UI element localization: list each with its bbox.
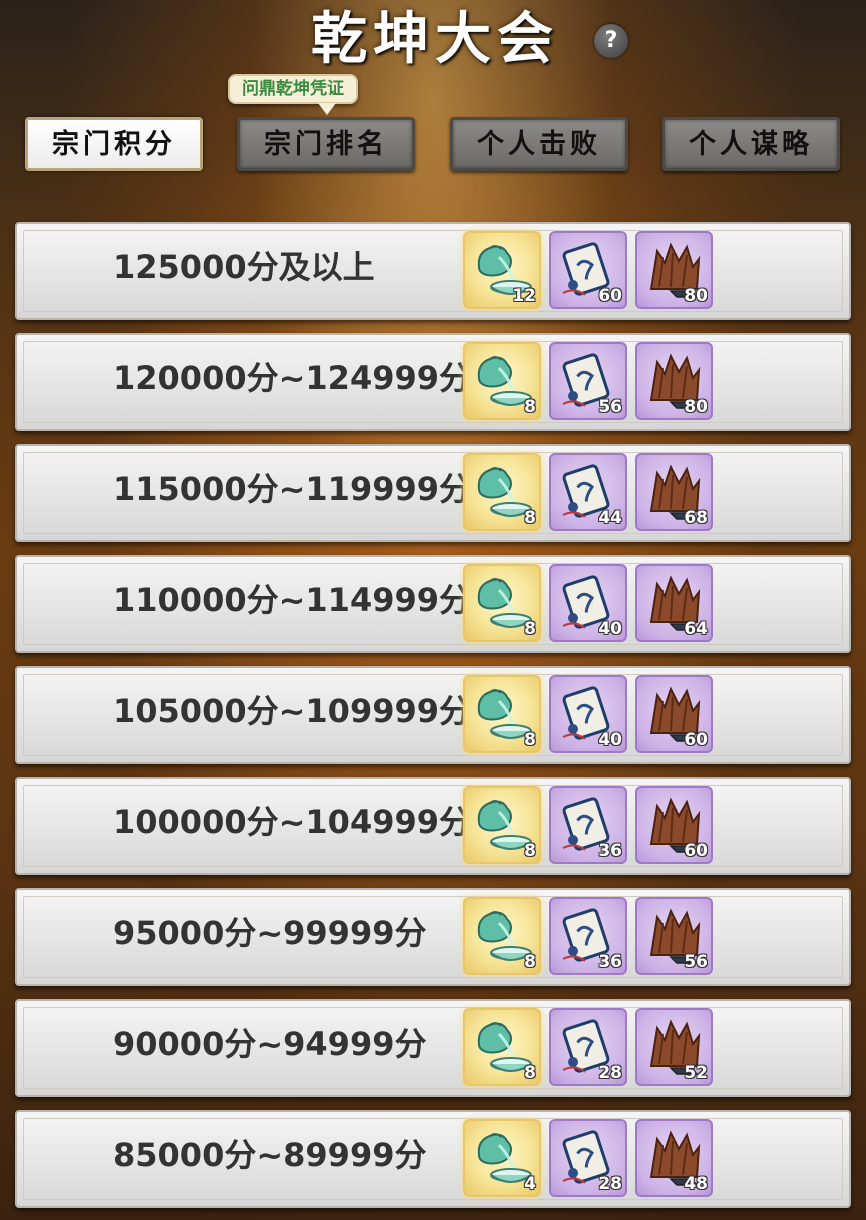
reward-quantity: 8 [524,619,536,639]
reward-slot-scroll[interactable]: 60 [549,231,627,309]
reward-quantity: 8 [524,397,536,417]
reward-slot-scroll[interactable]: 28 [549,1008,627,1086]
reward-quantity: 64 [684,619,708,639]
reward-quantity: 4 [524,1174,536,1194]
reward-slot-pouch[interactable]: 12 [463,231,541,309]
reward-quantity: 8 [524,1063,536,1083]
reward-slot-scroll[interactable]: 28 [549,1119,627,1197]
reward-quantity: 12 [512,286,536,306]
reward-slot-timber[interactable]: 68 [635,453,713,531]
reward-quantity: 56 [598,397,622,417]
reward-row: 125000分及以上 12 60 80 [15,222,851,320]
reward-row: 110000分~114999分 8 40 64 [15,555,851,653]
score-range-label: 105000分~109999分 [113,692,472,730]
reward-slot-timber[interactable]: 52 [635,1008,713,1086]
reward-slot-scroll[interactable]: 40 [549,675,627,753]
reward-quantity: 44 [598,508,622,528]
reward-row: 85000分~89999分 4 28 48 [15,1110,851,1208]
reward-slot-pouch[interactable]: 8 [463,453,541,531]
reward-quantity: 60 [598,286,622,306]
reward-slot-timber[interactable]: 60 [635,786,713,864]
reward-slot-pouch[interactable]: 8 [463,675,541,753]
score-range-label: 115000分~119999分 [113,470,472,508]
reward-quantity: 8 [524,730,536,750]
reward-quantity: 60 [684,841,708,861]
reward-quantity: 52 [684,1063,708,1083]
reward-slot-scroll[interactable]: 56 [549,342,627,420]
reward-quantity: 40 [598,619,622,639]
reward-quantity: 68 [684,508,708,528]
reward-slot-scroll[interactable]: 36 [549,897,627,975]
reward-slot-timber[interactable]: 80 [635,342,713,420]
reward-quantity: 28 [598,1063,622,1083]
reward-slot-pouch[interactable]: 8 [463,342,541,420]
reward-slot-scroll[interactable]: 40 [549,564,627,642]
reward-slot-timber[interactable]: 64 [635,564,713,642]
score-range-label: 85000分~89999分 [113,1136,427,1174]
reward-slot-pouch[interactable]: 8 [463,786,541,864]
reward-slot-timber[interactable]: 60 [635,675,713,753]
score-range-label: 125000分及以上 [113,248,375,286]
score-range-label: 120000分~124999分 [113,359,472,397]
score-range-label: 90000分~94999分 [113,1025,427,1063]
score-range-label: 110000分~114999分 [113,581,472,619]
reward-slot-timber[interactable]: 56 [635,897,713,975]
reward-quantity: 80 [684,397,708,417]
score-range-label: 100000分~104999分 [113,803,472,841]
reward-quantity: 60 [684,730,708,750]
reward-quantity: 36 [598,952,622,972]
reward-list: 125000分及以上 12 60 80 120000分~124999分 8 56 80 1150… [0,0,866,1220]
reward-slot-scroll[interactable]: 36 [549,786,627,864]
reward-quantity: 36 [598,841,622,861]
reward-row: 100000分~104999分 8 36 60 [15,777,851,875]
reward-quantity: 48 [684,1174,708,1194]
score-range-label: 95000分~99999分 [113,914,427,952]
reward-row: 115000分~119999分 8 44 68 [15,444,851,542]
reward-quantity: 8 [524,841,536,861]
reward-row: 105000分~109999分 8 40 60 [15,666,851,764]
reward-slot-pouch[interactable]: 8 [463,564,541,642]
reward-slot-pouch[interactable]: 8 [463,1008,541,1086]
reward-quantity: 8 [524,508,536,528]
reward-quantity: 28 [598,1174,622,1194]
reward-quantity: 56 [684,952,708,972]
reward-quantity: 40 [598,730,622,750]
reward-slot-pouch[interactable]: 4 [463,1119,541,1197]
reward-slot-timber[interactable]: 48 [635,1119,713,1197]
reward-row: 90000分~94999分 8 28 52 [15,999,851,1097]
reward-quantity: 80 [684,286,708,306]
reward-row: 95000分~99999分 8 36 56 [15,888,851,986]
reward-slot-timber[interactable]: 80 [635,231,713,309]
reward-quantity: 8 [524,952,536,972]
reward-slot-scroll[interactable]: 44 [549,453,627,531]
reward-row: 120000分~124999分 8 56 80 [15,333,851,431]
reward-slot-pouch[interactable]: 8 [463,897,541,975]
